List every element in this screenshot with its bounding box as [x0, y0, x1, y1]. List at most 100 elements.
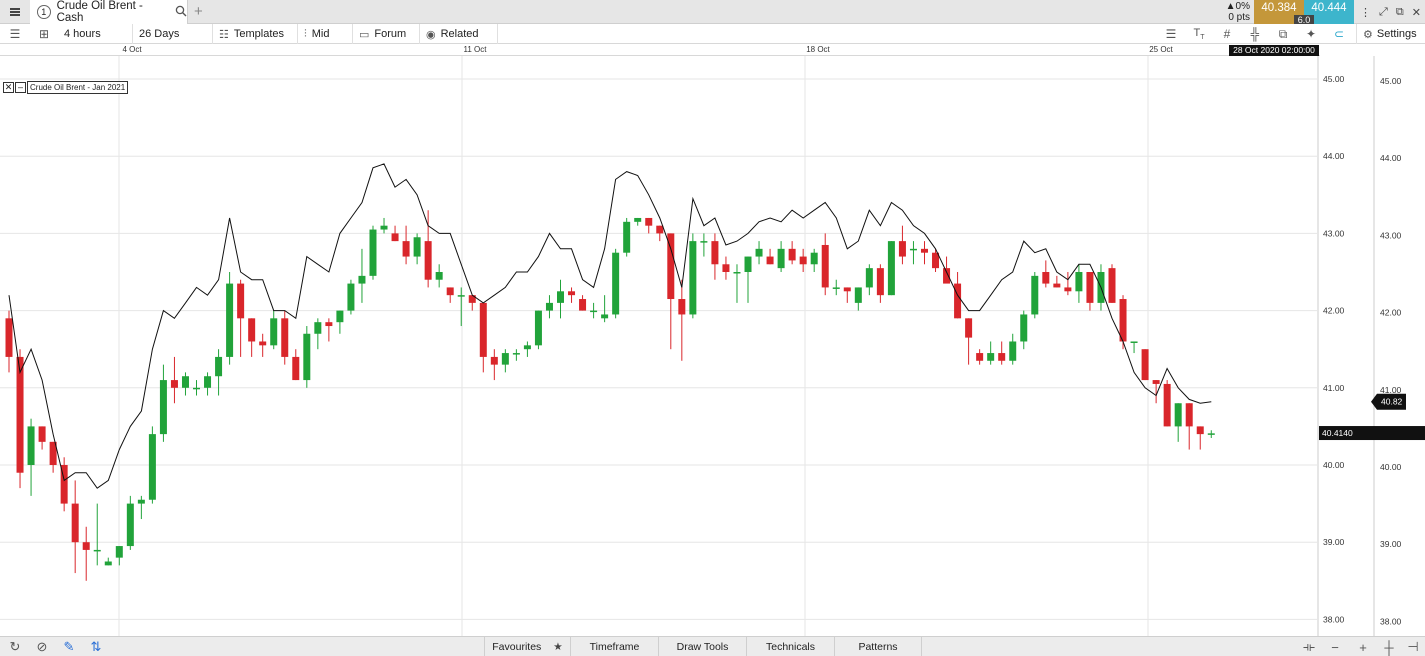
close-series-icon[interactable]: ✕ — [3, 82, 14, 93]
candle-body — [347, 283, 355, 311]
candle-body — [788, 248, 796, 261]
expand-icon[interactable]: ⊣ — [1400, 637, 1425, 656]
candle-body — [292, 356, 300, 381]
draw-icon[interactable]: ⊂ — [1328, 24, 1350, 44]
candle-body — [898, 241, 906, 257]
y-tick-label-secondary: 39.00 — [1380, 539, 1402, 549]
zoom-in-button[interactable]: + — [1350, 637, 1376, 656]
new-tab-button[interactable]: + — [194, 3, 203, 20]
candle-body — [159, 380, 167, 435]
candle-body — [557, 291, 564, 303]
chart-canvas[interactable]: 45.00 45.00 44.00 44.00 43.00 43.00 42.00 42.00… — [0, 56, 1425, 636]
candle-body — [755, 248, 763, 257]
candle-body — [148, 434, 156, 500]
candle-body — [612, 252, 620, 315]
candle-body — [490, 356, 498, 365]
refresh-icon[interactable]: ↻ — [2, 637, 28, 656]
chart-toolbar: ☰ ⊞ 4 hours 26 Days ☷ Templates ⫶ Mid ▭ … — [0, 24, 1425, 44]
candle-body — [181, 376, 189, 388]
data-list-icon[interactable]: ☰ — [1160, 24, 1182, 44]
candle-body — [104, 561, 112, 566]
candle-body — [601, 314, 609, 319]
candle-body — [832, 287, 840, 289]
zoom-fit-icon[interactable]: ⟛ — [1296, 637, 1322, 656]
candle-body — [579, 299, 587, 311]
candle-body — [204, 376, 212, 388]
tab-timeframe[interactable]: Timeframe — [570, 637, 658, 656]
candle-body — [93, 549, 101, 552]
candle-body — [909, 248, 917, 251]
candle-body — [711, 241, 719, 265]
crosshair-toggle-icon[interactable]: ┼ — [1376, 637, 1402, 656]
minimize-series-icon[interactable]: – — [15, 82, 26, 93]
tab-bar: 1 Crude Oil Brent - Cash + ▲0% 0 pts 40.… — [0, 0, 1425, 25]
tab-favourites[interactable]: Favourites ★ — [484, 637, 570, 656]
candle-body — [733, 272, 741, 274]
y-tick-label: 40.00 — [1323, 460, 1345, 470]
candle-body — [766, 256, 774, 265]
candle-body — [259, 341, 267, 346]
candle-body — [777, 248, 785, 269]
candle-body — [1064, 287, 1072, 292]
draw-tools-label: Draw Tools — [676, 641, 729, 653]
list-view-icon[interactable]: ☰ — [4, 24, 26, 44]
candle-body — [1009, 341, 1017, 361]
candle-body — [700, 241, 708, 243]
magnet-icon[interactable]: ⇅ — [83, 637, 109, 656]
pencil-icon[interactable]: ✎ — [56, 637, 82, 656]
popout-icon[interactable]: ⧉ — [1396, 6, 1404, 19]
forum-label: Forum — [374, 28, 407, 40]
candle-body — [656, 225, 664, 234]
candle-body — [435, 272, 443, 280]
candle-body — [678, 299, 686, 315]
y-tick-label-secondary: 42.00 — [1380, 308, 1402, 318]
pointer-icon[interactable]: ✦ — [1300, 24, 1322, 44]
tab-technicals[interactable]: Technicals — [746, 637, 834, 656]
candle-body — [336, 310, 344, 323]
y-tick-label: 42.00 — [1323, 306, 1345, 316]
candle-body — [237, 283, 245, 319]
price-type-dropdown[interactable]: ⫶ Mid — [298, 24, 353, 44]
candle-body — [27, 426, 35, 465]
candle-body — [281, 318, 289, 357]
favourites-label: Favourites — [492, 641, 542, 653]
x-tick-label: 4 Oct — [122, 45, 142, 54]
settings-button[interactable]: ⚙ Settings — [1356, 24, 1425, 44]
zoom-out-button[interactable]: − — [1322, 637, 1348, 656]
forum-button[interactable]: ▭ Forum — [353, 24, 420, 44]
candle-body — [821, 244, 829, 288]
tab-crude-oil-brent[interactable]: 1 Crude Oil Brent - Cash — [30, 0, 188, 24]
settings-gear-icon: ⚙ — [1363, 28, 1373, 41]
search-icon[interactable] — [175, 5, 187, 20]
candle-body — [645, 217, 653, 226]
maximize-icon[interactable]: ⤢ — [1379, 6, 1388, 19]
tab-patterns[interactable]: Patterns — [834, 637, 922, 656]
related-button[interactable]: ◉ Related — [420, 24, 498, 44]
more-options-icon[interactable]: ⋮ — [1360, 6, 1371, 19]
templates-button[interactable]: ☷ Templates — [213, 24, 298, 44]
candle-body — [534, 310, 542, 346]
period-dropdown[interactable]: 26 Days — [133, 24, 213, 44]
y-tick-label: 39.00 — [1323, 537, 1345, 547]
change-points: 0 pts — [1228, 12, 1250, 23]
main-menu-button[interactable] — [0, 0, 30, 24]
y-tick-label-secondary: 43.00 — [1380, 230, 1402, 240]
block-icon[interactable]: ⊘ — [29, 637, 55, 656]
close-icon[interactable]: ✕ — [1412, 6, 1421, 19]
layout-grid-icon[interactable]: ⊞ — [33, 24, 55, 44]
candle-body — [545, 302, 553, 311]
candle-body — [82, 542, 90, 550]
interval-dropdown[interactable]: 4 hours — [58, 24, 133, 44]
candle-body — [170, 380, 178, 388]
window-controls: ⋮ ⤢ ⧉ ✕ — [1356, 0, 1425, 24]
price-chart[interactable]: 45.00 45.00 44.00 44.00 43.00 43.00 42.00 42.00… — [0, 56, 1425, 636]
text-size-icon[interactable]: TT — [1188, 24, 1210, 44]
tab-draw-tools[interactable]: Draw Tools — [658, 637, 746, 656]
grid-icon[interactable]: # — [1216, 24, 1238, 44]
y-tick-label-secondary: 40.00 — [1380, 462, 1402, 472]
timeframe-label: Timeframe — [589, 641, 640, 653]
crosshair-tool-icon[interactable]: ╬ — [1244, 24, 1266, 44]
y-tick-label: 45.00 — [1323, 74, 1345, 84]
candle-body — [1119, 299, 1127, 342]
snapshot-icon[interactable]: ⧉ — [1272, 24, 1294, 44]
